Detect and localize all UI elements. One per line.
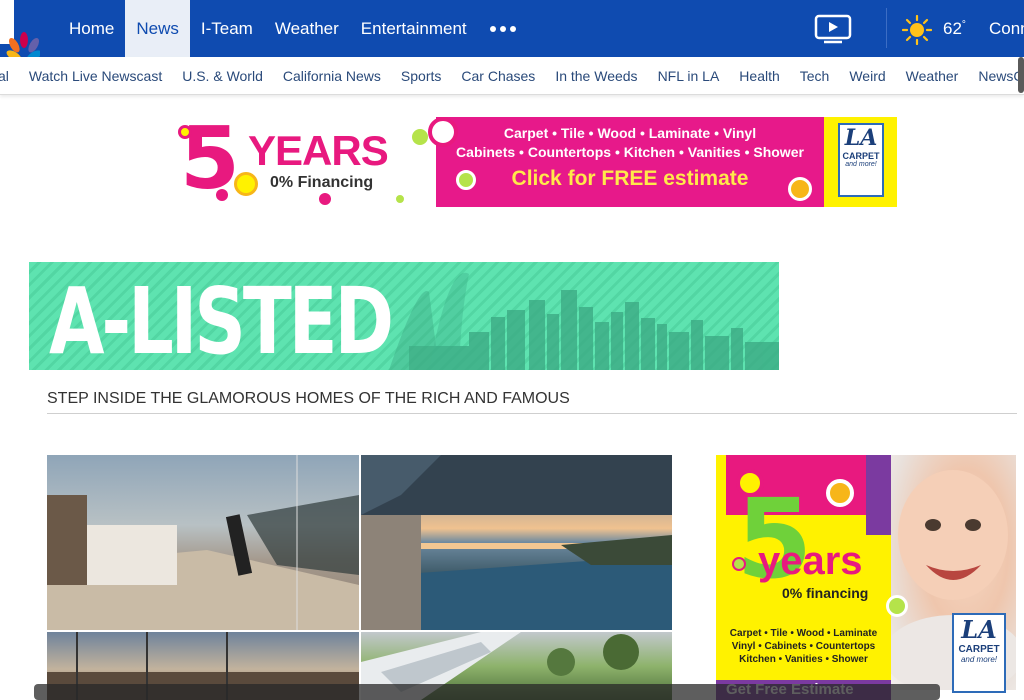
logo-carpet: CARPET <box>842 151 880 161</box>
decor-dot <box>319 193 331 205</box>
side-ad-products-line2: Vinyl • Cabinets • Countertops <box>731 641 876 652</box>
side-banner-ad[interactable]: 5 years 0% financing Carpet • Tile • Woo… <box>716 455 1016 700</box>
logo-la: LA <box>844 125 878 151</box>
decor-dot <box>216 189 228 201</box>
gallery-photo-infinity-pool[interactable] <box>361 455 672 630</box>
nav-home[interactable]: Home <box>58 0 125 57</box>
nbc-peacock-logo[interactable] <box>0 0 40 57</box>
subnav-nfl-in-la[interactable]: NFL in LA <box>648 68 730 84</box>
subnav-car-chases[interactable]: Car Chases <box>451 68 545 84</box>
ad-top-right-panel: LA CARPET and more! <box>824 117 897 207</box>
subnav-watch-live[interactable]: Watch Live Newscast <box>19 68 172 84</box>
ad-top-left-panel: 5 YEARS 0% Financing <box>174 117 436 207</box>
decor-dot <box>428 117 458 147</box>
decor-dot <box>178 125 192 139</box>
more-menu-icon[interactable] <box>478 0 528 57</box>
decor-dot <box>394 193 406 205</box>
decor-dot <box>412 129 428 145</box>
decor-dot <box>234 172 258 196</box>
sun-weather-icon[interactable] <box>902 15 932 45</box>
section-title: A-LISTED <box>49 268 394 370</box>
secondary-nav: al Watch Live Newscast U.S. & World Cali… <box>0 57 1024 95</box>
subnav-weather[interactable]: Weather <box>896 68 969 84</box>
connect-link[interactable]: Connect <box>989 19 1024 39</box>
subnav-health[interactable]: Health <box>729 68 789 84</box>
decor-dot <box>826 479 854 507</box>
side-ad-financing: 0% financing <box>782 585 869 601</box>
subnav-scrollbar[interactable] <box>1018 57 1024 93</box>
subnav-news-conference[interactable]: NewsConference <box>968 68 1024 84</box>
side-ad-products-line3: Kitchen • Vanities • Shower <box>739 654 868 665</box>
ad-top-financing: 0% Financing <box>270 174 374 191</box>
subnav-tech[interactable]: Tech <box>790 68 840 84</box>
subnav-sports[interactable]: Sports <box>391 68 451 84</box>
nav-news[interactable]: News <box>125 0 190 57</box>
decor-dot <box>788 177 812 201</box>
subnav-weird[interactable]: Weird <box>839 68 895 84</box>
top-navigation-bar: Home News I-Team Weather Entertainment 6… <box>0 0 1024 57</box>
decor-dot <box>736 469 764 497</box>
side-ad-years: years <box>758 539 863 583</box>
gallery-photo-bedroom[interactable] <box>47 455 359 630</box>
la-carpet-logo: LA CARPET and more! <box>838 123 884 197</box>
bedroom-scene <box>47 455 359 630</box>
a-listed-banner[interactable]: A-LISTED <box>29 262 779 370</box>
decor-dot <box>456 170 476 190</box>
side-la-carpet-logo: LA CARPET and more! <box>952 613 1006 693</box>
top-banner-ad[interactable]: 5 YEARS 0% Financing Carpet • Tile • Woo… <box>174 117 897 207</box>
ad-top-cta[interactable]: Click for FREE estimate <box>436 167 824 191</box>
peacock-icon <box>6 32 40 57</box>
temperature-readout[interactable]: 62° <box>943 19 966 39</box>
side-logo-la: LA <box>961 615 997 644</box>
nav-weather[interactable]: Weather <box>264 0 350 57</box>
side-ad-purple-panel <box>866 455 891 535</box>
temperature-value: 62 <box>943 19 962 38</box>
subnav-in-the-weeds[interactable]: In the Weeds <box>545 68 647 84</box>
subnav-item-partial[interactable]: al <box>0 68 19 84</box>
horizontal-scrollbar[interactable] <box>34 684 940 700</box>
side-logo-and-more: and more! <box>960 655 998 664</box>
nav-i-team[interactable]: I-Team <box>190 0 264 57</box>
ad-top-products-line2: Cabinets • Countertops • Kitchen • Vanit… <box>456 144 804 160</box>
side-ad-products-line1: Carpet • Tile • Wood • Laminate <box>729 628 878 639</box>
decor-dot <box>886 595 908 617</box>
section-tagline: STEP INSIDE THE GLAMOROUS HOMES OF THE R… <box>47 390 570 407</box>
decor-dot <box>732 557 746 571</box>
ad-top-middle-panel: Carpet • Tile • Wood • Laminate • Vinyl … <box>428 117 824 207</box>
ad-top-years: YEARS <box>248 127 389 174</box>
main-nav: Home News I-Team Weather Entertainment <box>58 0 528 57</box>
logo-and-more: and more! <box>845 161 877 168</box>
top-divider <box>886 8 887 48</box>
side-logo-carpet: CARPET <box>958 644 1000 655</box>
temperature-unit: ° <box>961 19 966 31</box>
nav-entertainment[interactable]: Entertainment <box>350 0 478 57</box>
tagline-divider <box>47 413 1017 414</box>
ad-top-products-line1: Carpet • Tile • Wood • Laminate • Vinyl <box>503 125 757 141</box>
subnav-california-news[interactable]: California News <box>273 68 391 84</box>
pool-scene <box>361 455 672 630</box>
live-video-icon[interactable] <box>814 14 854 44</box>
subnav-us-world[interactable]: U.S. & World <box>172 68 273 84</box>
